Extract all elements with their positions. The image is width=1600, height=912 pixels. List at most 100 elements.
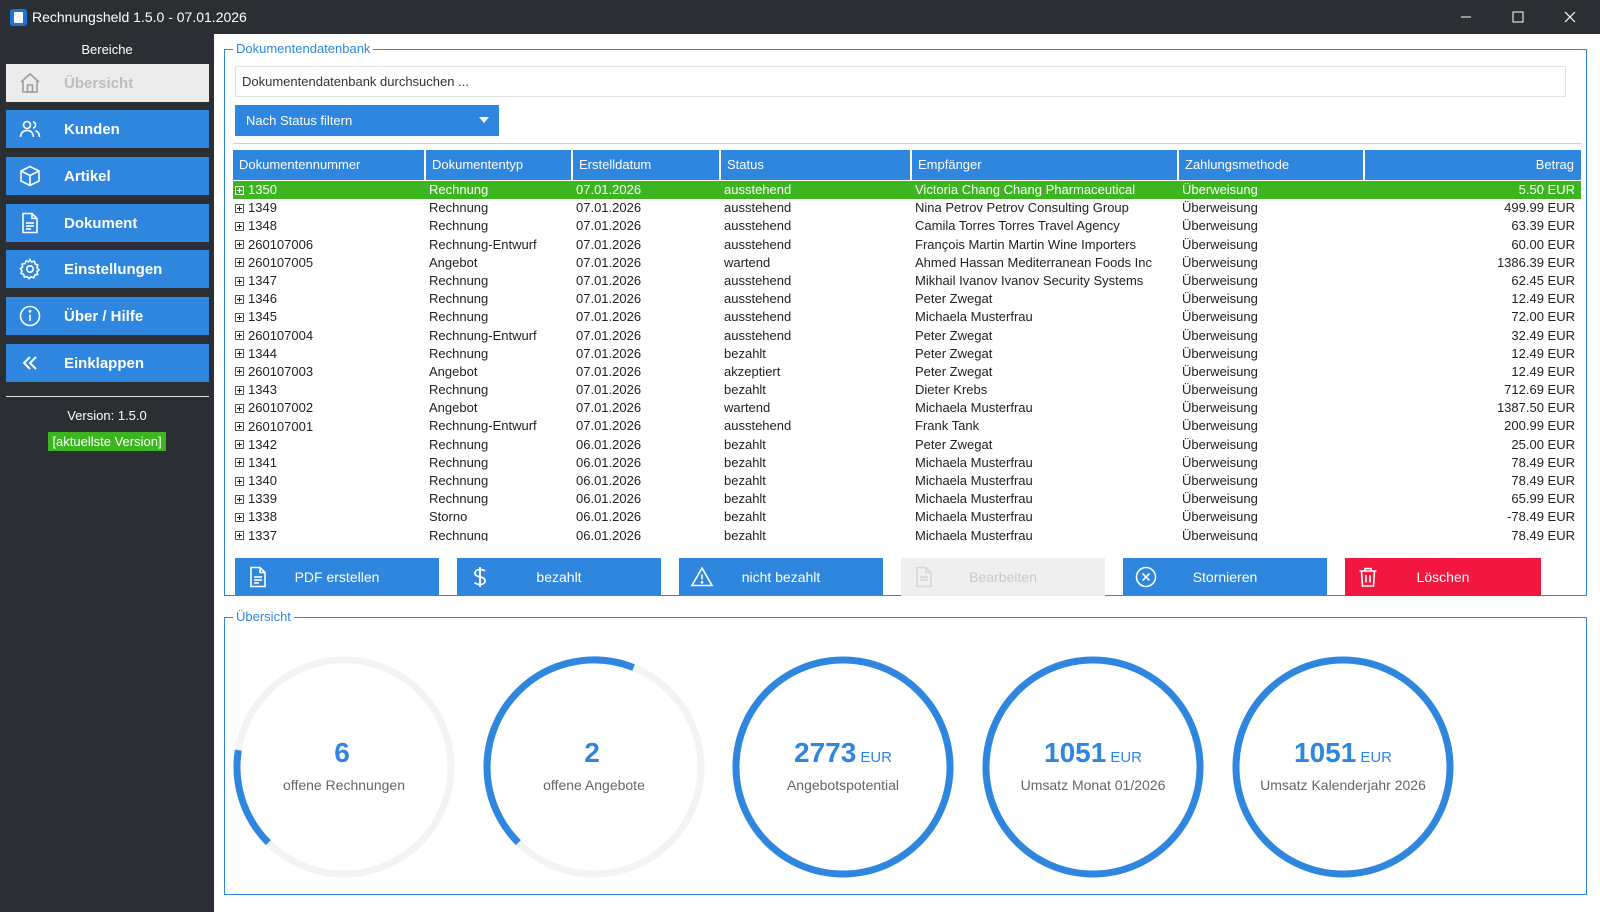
double-chevron-left-icon (16, 349, 44, 377)
expand-plus-icon[interactable] (235, 240, 244, 250)
close-button[interactable] (1544, 0, 1596, 34)
expand-plus-icon[interactable] (235, 385, 244, 395)
cell-text: 1337 (248, 527, 277, 541)
sidebar-item-uebersicht[interactable]: Übersicht (6, 64, 209, 102)
table-cell: 07.01.2026 (576, 400, 642, 416)
column-header-erstelldatum[interactable]: Erstelldatum (573, 150, 721, 180)
table-row[interactable]: 260107004 Rechnung-Entwurf 07.01.2026 ausst… (233, 327, 1581, 345)
table-row[interactable]: 1348 Rechnung 07.01.2026 ausstehend Camila T… (233, 217, 1581, 235)
expand-plus-icon[interactable] (235, 422, 244, 432)
table-cell: Überweisung (1182, 363, 1258, 379)
table-row[interactable]: 260107005 Angebot 07.01.2026 wartend Ahmed H… (233, 254, 1581, 272)
expand-plus-icon[interactable] (235, 476, 244, 486)
table-cell: Michaela Musterfrau (915, 400, 1033, 416)
column-header-zahlungsmethode[interactable]: Zahlungsmethode (1179, 150, 1365, 180)
table-row[interactable]: 1346 Rechnung 07.01.2026 ausstehend Peter Zw… (233, 290, 1581, 308)
search-input[interactable]: Dokumentendatenbank durchsuchen ... (235, 66, 1566, 97)
table-cell: Rechnung-Entwurf (429, 418, 537, 434)
cell-text: 1341 (248, 454, 277, 470)
expand-plus-icon[interactable] (235, 294, 244, 304)
table-row[interactable]: 260107001 Rechnung-Entwurf 07.01.2026 ausst… (233, 417, 1581, 435)
table-row[interactable]: 260107002 Angebot 07.01.2026 wartend Michael… (233, 399, 1581, 417)
expand-plus-icon[interactable] (235, 512, 244, 522)
table-cell: 260107003 (233, 363, 426, 381)
table-cell: 78.49 EUR (1511, 473, 1575, 488)
expand-plus-icon[interactable] (235, 312, 244, 322)
table-row[interactable]: 1337 Rechnung 06.01.2026 bezahlt Michaela Mu… (233, 527, 1581, 541)
loeschen-button[interactable]: Löschen (1345, 558, 1541, 596)
column-header-empfaenger[interactable]: Empfänger (912, 150, 1179, 180)
expand-plus-icon[interactable] (235, 258, 244, 268)
table-row[interactable]: 1350 Rechnung 07.01.2026 ausstehend Victoria… (233, 181, 1581, 200)
cell-text: 1348 (248, 218, 277, 234)
table-cell: bezahlt (724, 491, 766, 507)
maximize-icon (1512, 11, 1524, 23)
table-cell: 1349 (233, 199, 426, 217)
table-cell: Rechnung (429, 218, 489, 234)
sidebar-item-hilfe[interactable]: Über / Hilfe (6, 297, 209, 335)
table-cell: Rechnung (429, 309, 489, 325)
minimize-button[interactable] (1440, 0, 1492, 34)
table-row[interactable]: 1340 Rechnung 06.01.2026 bezahlt Michaela Mu… (233, 472, 1581, 490)
column-header-betrag[interactable]: Betrag (1365, 150, 1581, 180)
table-cell: Überweisung (1182, 382, 1258, 398)
table-row[interactable]: 1338 Storno 06.01.2026 bezahlt Michaela Must… (233, 508, 1581, 526)
table-cell: Michaela Musterfrau (915, 473, 1033, 488)
gauge-label: Angebotspotential (786, 777, 900, 793)
table-cell: 78.49 EUR (1511, 527, 1575, 541)
users-icon (16, 115, 44, 143)
table-cell: Rechnung (429, 382, 489, 398)
table-cell: 200.99 EUR (1504, 418, 1575, 434)
column-header-dokumentennummer[interactable]: Dokumentennummer (233, 150, 426, 180)
expand-plus-icon[interactable] (235, 185, 244, 195)
table-cell: 1345 (233, 308, 426, 326)
table-row[interactable]: 1343 Rechnung 07.01.2026 bezahlt Dieter Kreb… (233, 381, 1581, 399)
expand-plus-icon[interactable] (235, 331, 244, 341)
expand-plus-icon[interactable] (235, 367, 244, 377)
bearbeiten-button[interactable]: Bearbeiten (901, 558, 1105, 596)
sidebar-item-einklappen[interactable]: Einklappen (6, 344, 209, 382)
expand-plus-icon[interactable] (235, 458, 244, 468)
stornieren-button[interactable]: Stornieren (1123, 558, 1327, 596)
table-cell: 06.01.2026 (576, 491, 642, 507)
expand-plus-icon[interactable] (235, 203, 244, 213)
table-row[interactable]: 1349 Rechnung 07.01.2026 ausstehend Nina Pet… (233, 199, 1581, 217)
table-cell: bezahlt (724, 473, 766, 488)
table-cell: 07.01.2026 (576, 363, 642, 379)
table-row[interactable]: 1347 Rechnung 07.01.2026 ausstehend Mikhail … (233, 272, 1581, 290)
expand-plus-icon[interactable] (235, 221, 244, 231)
table-row[interactable]: 1344 Rechnung 07.01.2026 bezahlt Peter Zwega… (233, 345, 1581, 363)
sidebar-item-artikel[interactable]: Artikel (6, 157, 209, 195)
table-cell: Victoria Chang Chang Pharmaceutical (915, 182, 1136, 197)
table-row[interactable]: 260107006 Rechnung-Entwurf 07.01.2026 ausst… (233, 236, 1581, 254)
table-cell: 07.01.2026 (576, 291, 642, 307)
status-filter-dropdown[interactable]: Nach Status filtern (235, 105, 499, 136)
table-row[interactable]: 1339 Rechnung 06.01.2026 bezahlt Michaela Mu… (233, 490, 1581, 508)
maximize-button[interactable] (1492, 0, 1544, 34)
table-cell: Ahmed Hassan Mediterranean Foods Inc (915, 254, 1153, 270)
column-header-status[interactable]: Status (721, 150, 912, 180)
sidebar-item-kunden[interactable]: Kunden (6, 110, 209, 148)
expand-plus-icon[interactable] (235, 349, 244, 359)
nicht-bezahlt-button[interactable]: nicht bezahlt (679, 558, 883, 596)
action-label: nicht bezahlt (741, 569, 821, 585)
bezahlt-button[interactable]: bezahlt (457, 558, 661, 596)
table-row[interactable]: 1342 Rechnung 06.01.2026 bezahlt Peter Zwega… (233, 436, 1581, 454)
table-row[interactable]: 1341 Rechnung 06.01.2026 bezahlt Michaela Mu… (233, 454, 1581, 472)
table-row[interactable]: 260107003 Angebot 07.01.2026 akzeptiert Pete… (233, 363, 1581, 381)
expand-plus-icon[interactable] (235, 531, 244, 541)
expand-plus-icon[interactable] (235, 276, 244, 286)
gear-icon (16, 255, 44, 283)
gauge-angebotspotential: 2773 EUR Angebotspotential (728, 652, 958, 882)
sidebar-item-einstellungen[interactable]: Einstellungen (6, 250, 209, 288)
table-row[interactable]: 1345 Rechnung 07.01.2026 ausstehend Michaela… (233, 308, 1581, 326)
cell-text: 1349 (248, 200, 277, 216)
pdf-erstellen-button[interactable]: PDF erstellen (235, 558, 439, 596)
expand-plus-icon[interactable] (235, 440, 244, 450)
sidebar-item-dokument[interactable]: Dokument (6, 204, 209, 242)
expand-plus-icon[interactable] (235, 494, 244, 504)
cell-text: 1350 (248, 182, 277, 198)
column-header-dokumententyp[interactable]: Dokumententyp (426, 150, 573, 180)
action-label: bezahlt (536, 569, 582, 585)
expand-plus-icon[interactable] (235, 403, 244, 413)
